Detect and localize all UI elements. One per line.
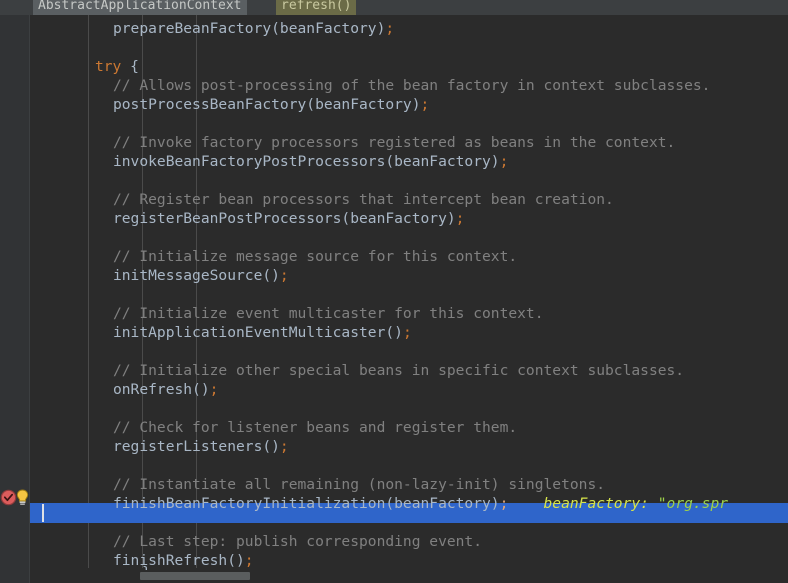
breakpoint-verified-icon[interactable] [0, 489, 17, 506]
code-line [30, 285, 788, 304]
code-line: // Instantiate all remaining (non-lazy-i… [30, 475, 788, 494]
code-line [30, 342, 788, 361]
code-lines: prepareBeanFactory(beanFactory);try {// … [30, 15, 788, 568]
code-line: registerBeanPostProcessors(beanFactory); [30, 209, 788, 228]
breadcrumb-method[interactable]: refresh() [276, 0, 356, 15]
code-line: onRefresh(); [30, 380, 788, 399]
code-line: registerListeners(); [30, 437, 788, 456]
breadcrumb-class[interactable]: AbstractApplicationContext [33, 0, 247, 15]
code-line: // Check for listener beans and register… [30, 418, 788, 437]
code-editor-window: AbstractApplicationContext refresh() pre… [0, 0, 788, 583]
code-line: postProcessBeanFactory(beanFactory); [30, 95, 788, 114]
text-caret [42, 504, 44, 522]
code-line: initMessageSource(); [30, 266, 788, 285]
code-line: prepareBeanFactory(beanFactory); [30, 19, 788, 38]
code-line: // Last step: publish corresponding even… [30, 532, 788, 551]
code-line: // Allows post-processing of the bean fa… [30, 76, 788, 95]
code-line [30, 456, 788, 475]
code-line [30, 399, 788, 418]
horizontal-scrollbar-thumb[interactable] [140, 572, 250, 580]
code-line: invokeBeanFactoryPostProcessors(beanFact… [30, 152, 788, 171]
code-line: // Initialize other special beans in spe… [30, 361, 788, 380]
code-line: // Initialize message source for this co… [30, 247, 788, 266]
code-line: // Register bean processors that interce… [30, 190, 788, 209]
code-line: finishBeanFactoryInitialization(beanFact… [30, 494, 788, 513]
code-line [30, 114, 788, 133]
code-line [30, 513, 788, 532]
code-line [30, 171, 788, 190]
code-line: initApplicationEventMulticaster(); [30, 323, 788, 342]
breadcrumb: AbstractApplicationContext refresh() [0, 0, 788, 15]
code-line: try { [30, 57, 788, 76]
code-line: // Invoke factory processors registered … [30, 133, 788, 152]
editor-text-area[interactable]: prepareBeanFactory(beanFactory);try {// … [30, 15, 788, 568]
code-line: // Initialize event multicaster for this… [30, 304, 788, 323]
code-line [30, 38, 788, 57]
code-line [30, 228, 788, 247]
